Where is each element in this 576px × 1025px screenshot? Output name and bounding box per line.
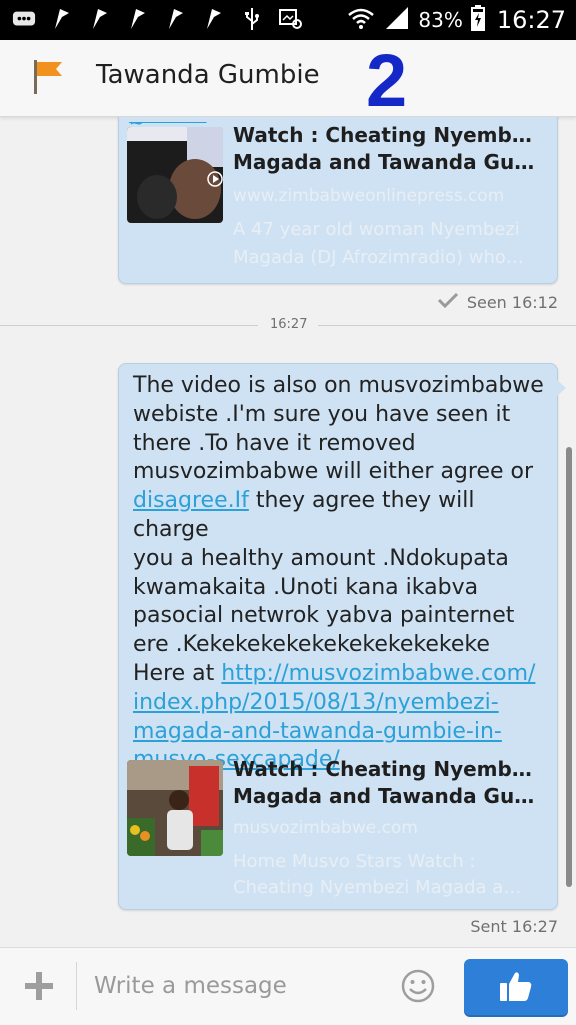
message-status: Seen 16:12: [437, 292, 558, 312]
url-link[interactable]: magada-and-tawanda-gumbie-in-: [133, 719, 502, 744]
conversation-header: Tawanda Gumbie 2: [0, 39, 576, 122]
thumbs-up-icon: [499, 970, 533, 1006]
link-preview-thumbnail[interactable]: [127, 127, 223, 223]
link-preview-title[interactable]: Magada and Tawanda Gumbi…: [233, 149, 543, 176]
link-preview-title[interactable]: Watch : Cheating Nyembezi: [233, 122, 543, 149]
wifi-icon: [346, 6, 376, 34]
status-bar: 83% 16:27: [0, 0, 576, 40]
message-bubble[interactable]: ~ ~ ~ ~ ~ Watch : Cheating Nyembezi Maga…: [118, 117, 558, 284]
message-bubble[interactable]: The video is also on musvozimbabwe webis…: [118, 363, 566, 910]
like-send-button[interactable]: [464, 959, 568, 1017]
time-divider: 16:27: [0, 317, 576, 333]
link-preview-description: Home Musvo Stars Watch :: [233, 851, 476, 872]
message-text: The video is also on musvozimbabwe webis…: [133, 373, 544, 773]
link-preview-title[interactable]: Magada and Tawanda Gumbi…: [233, 783, 543, 810]
bbm-icon: [12, 6, 36, 32]
link-preview-domain: musvozimbabwe.com: [233, 818, 418, 838]
flag-icon: [126, 6, 150, 32]
inline-link[interactable]: disagree.If: [133, 488, 249, 513]
signal-icon: [384, 6, 410, 34]
smiley-icon[interactable]: [400, 968, 436, 1004]
scrollbar[interactable]: [566, 447, 572, 887]
overlay-number: 2: [366, 39, 408, 122]
link-preview-description: Cheating Nyembezi Magada a…: [233, 877, 522, 898]
message-list[interactable]: ~ ~ ~ ~ ~ Watch : Cheating Nyembezi Maga…: [0, 117, 576, 947]
battery-charging-icon: [470, 5, 485, 35]
time-divider-label: 16:27: [270, 317, 308, 332]
url-link[interactable]: index.php/2015/08/13/nyembezi-: [133, 690, 499, 715]
flag-icon: [50, 6, 74, 32]
message-input[interactable]: [94, 968, 384, 1004]
link-preview-description: A 47 year old woman Nyembezi: [233, 219, 520, 240]
link-preview-domain: www.zimbabweonlinepress.com: [233, 186, 505, 206]
flag-icon: [164, 6, 188, 32]
flag-icon: [202, 6, 226, 32]
link-preview-title[interactable]: Watch : Cheating Nyembezi: [233, 756, 543, 783]
composer-divider: [76, 962, 77, 1010]
orange-flag-icon[interactable]: [32, 58, 64, 100]
link-preview-description: Magada (DJ Afrozimradio) who…: [233, 247, 524, 268]
check-icon: [437, 292, 459, 312]
bubble-tail: [557, 380, 566, 396]
sent-status: Sent 16:27: [470, 917, 558, 936]
plus-icon[interactable]: [20, 966, 58, 1006]
link-preview-thumbnail[interactable]: [127, 760, 223, 856]
flag-icon: [88, 6, 112, 32]
usb-icon: [240, 6, 264, 32]
message-composer: [0, 947, 576, 1025]
notification-icons: [12, 6, 302, 32]
cut-off-link: ~ ~ ~ ~ ~: [129, 117, 221, 126]
url-link[interactable]: http://musvozimbabwe.com/: [221, 661, 535, 686]
status-clock: 16:27: [496, 6, 566, 34]
seen-status: Seen 16:12: [466, 292, 558, 312]
contact-name[interactable]: Tawanda Gumbie: [96, 60, 320, 90]
battery-percent: 83%: [418, 8, 463, 32]
screenshot-icon: [278, 6, 302, 32]
system-indicators: 83% 16:27: [346, 4, 566, 36]
